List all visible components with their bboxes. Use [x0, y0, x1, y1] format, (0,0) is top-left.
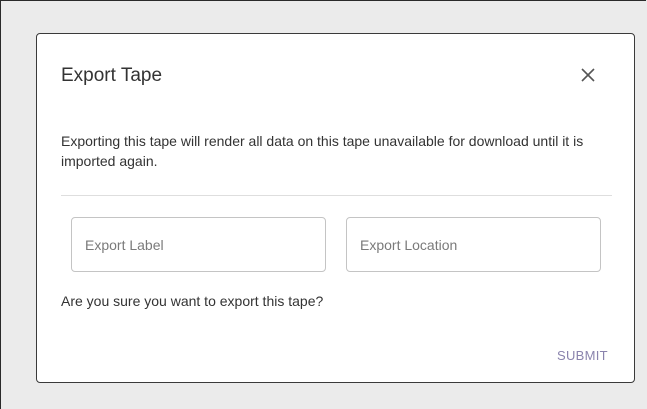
export-tape-dialog: Export Tape Exporting this tape will ren…: [36, 33, 635, 383]
dialog-title: Export Tape: [61, 65, 163, 86]
dialog-message: Exporting this tape will render all data…: [61, 133, 584, 169]
divider: [61, 195, 612, 196]
export-location-input[interactable]: [346, 217, 601, 272]
close-icon: [581, 68, 595, 82]
export-label-input[interactable]: [71, 217, 326, 272]
confirmation-question: Are you sure you want to export this tap…: [61, 293, 324, 309]
submit-button[interactable]: SUBMIT: [557, 348, 608, 364]
app-frame: Export Tape Exporting this tape will ren…: [0, 0, 646, 409]
close-button[interactable]: [577, 64, 599, 86]
